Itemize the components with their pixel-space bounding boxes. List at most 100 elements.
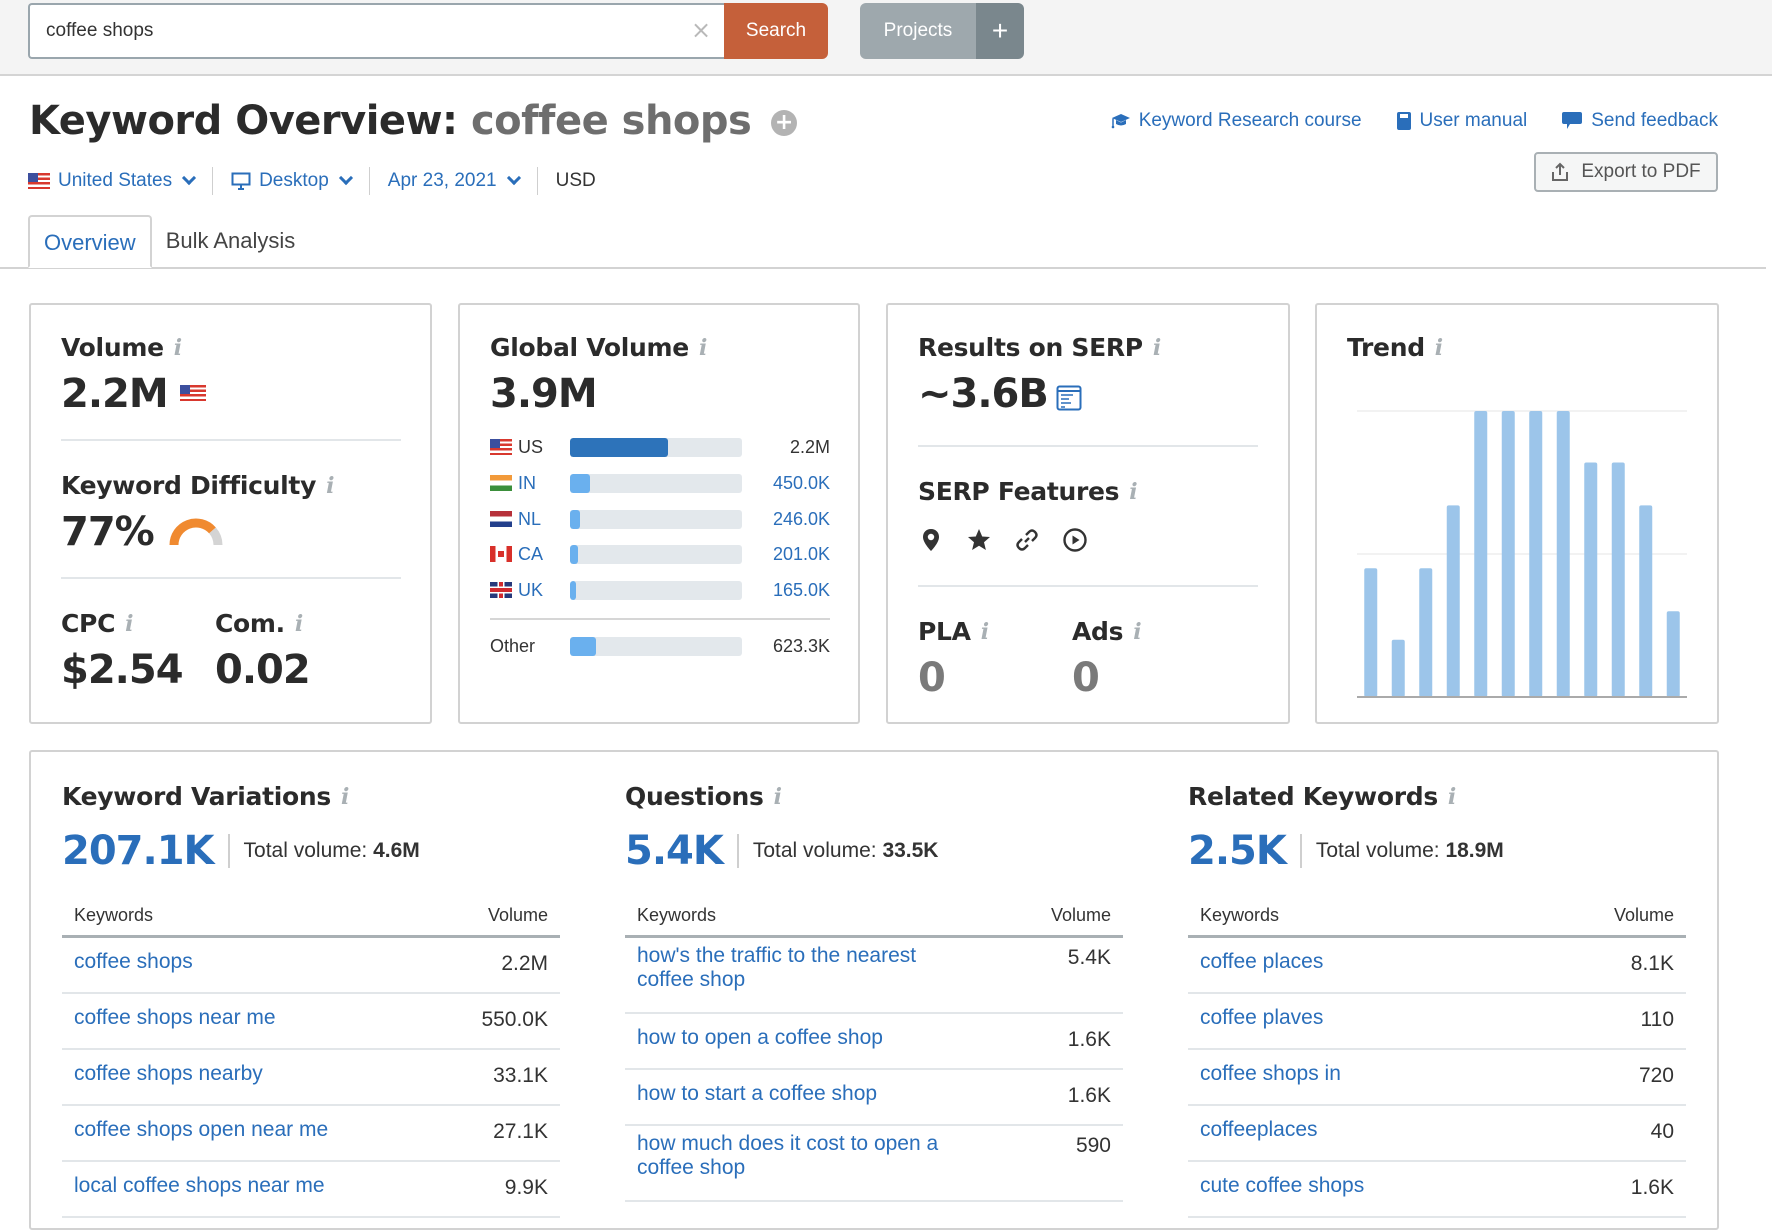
search-button[interactable]: Search	[724, 3, 828, 59]
country-row-in[interactable]: IN 450.0K	[490, 468, 830, 498]
tab-bulk-analysis[interactable]: Bulk Analysis	[152, 215, 310, 268]
info-icon[interactable]: i	[295, 611, 303, 637]
trend-bar[interactable]	[1584, 462, 1598, 697]
volume-bar-track	[570, 580, 742, 600]
table-row: coffee shops in 720	[1188, 1050, 1686, 1106]
info-icon[interactable]: i	[1435, 335, 1443, 361]
related-keywords-title: Related Keywords	[1188, 782, 1438, 811]
projects-control: Projects +	[860, 3, 1024, 59]
info-icon[interactable]: i	[1129, 479, 1137, 505]
ads-value: 0	[1072, 655, 1100, 701]
search-input[interactable]	[28, 3, 724, 59]
date-select[interactable]: Apr 23, 2021	[388, 170, 537, 192]
export-to-pdf-button[interactable]: Export to PDF	[1534, 152, 1718, 192]
trend-bar[interactable]	[1666, 611, 1680, 697]
device-label: Desktop	[259, 170, 329, 191]
keyword-link[interactable]: how to open a coffee shop	[637, 1026, 883, 1050]
info-icon[interactable]: i	[699, 335, 707, 361]
competition-heading: Com. i	[215, 609, 303, 638]
keyword-link[interactable]: how to start a coffee shop	[637, 1082, 877, 1106]
send-feedback-link[interactable]: Send feedback	[1561, 110, 1718, 132]
search-form: × Search	[28, 3, 828, 59]
trend-bar[interactable]	[1501, 411, 1515, 697]
keyword-link[interactable]: coffeeplaces	[1200, 1118, 1318, 1142]
trend-bar[interactable]	[1446, 505, 1460, 697]
country-row-nl[interactable]: NL 246.0K	[490, 504, 830, 534]
keyword-link[interactable]: how's the traffic to the nearest coffee …	[637, 944, 977, 992]
us-flag-icon	[179, 385, 206, 403]
device-select[interactable]: Desktop	[231, 170, 369, 192]
column-header-keywords[interactable]: Keywords	[74, 892, 153, 935]
add-project-button[interactable]: +	[976, 3, 1024, 59]
plus-circle-icon[interactable]: +	[770, 110, 797, 136]
keyword-link[interactable]: coffee shops open near me	[74, 1118, 328, 1142]
column-header-volume[interactable]: Volume	[1051, 892, 1111, 935]
country-volume[interactable]: 450.0K	[742, 473, 830, 494]
column-header-keywords[interactable]: Keywords	[637, 892, 716, 935]
keyword-link[interactable]: coffee shops near me	[74, 1006, 276, 1030]
related-keywords-count[interactable]: 2.5K	[1188, 828, 1287, 874]
trend-bar[interactable]	[1364, 568, 1378, 697]
keyword-link[interactable]: coffee places	[1200, 950, 1323, 974]
column-header-keywords[interactable]: Keywords	[1200, 892, 1279, 935]
info-icon[interactable]: i	[1133, 619, 1141, 645]
trend-bar[interactable]	[1419, 568, 1433, 697]
keyword-variations-count[interactable]: 207.1K	[62, 828, 215, 874]
column-header-volume[interactable]: Volume	[1614, 892, 1674, 935]
trend-bar[interactable]	[1556, 411, 1570, 697]
uk-flag-icon	[490, 582, 512, 598]
info-icon[interactable]: i	[1448, 784, 1456, 810]
info-icon[interactable]: i	[1153, 335, 1161, 361]
keyword-link[interactable]: coffee shops in	[1200, 1062, 1341, 1086]
info-icon[interactable]: i	[174, 335, 182, 361]
volume-value: 2.2M	[61, 371, 169, 417]
close-icon[interactable]: ×	[688, 17, 714, 43]
keyword-research-course-label: Keyword Research course	[1138, 110, 1362, 131]
gauge-track	[208, 527, 223, 546]
related-keywords-stats: 2.5K Total volume: 18.9M	[1188, 828, 1504, 874]
keyword-link[interactable]: cute coffee shops	[1200, 1174, 1364, 1198]
keyword-volume: 1.6K	[1630, 1176, 1674, 1199]
country-row-ca[interactable]: CA 201.0K	[490, 539, 830, 569]
country-volume[interactable]: 201.0K	[742, 544, 830, 565]
export-label: Export to PDF	[1581, 161, 1701, 182]
country-select[interactable]: United States	[28, 170, 212, 192]
info-icon[interactable]: i	[341, 784, 349, 810]
trend-bar[interactable]	[1474, 411, 1488, 697]
keyword-link[interactable]: coffee shops nearby	[74, 1062, 263, 1086]
country-row-uk[interactable]: UK 165.0K	[490, 575, 830, 605]
info-icon[interactable]: i	[125, 611, 133, 637]
star-icon[interactable]	[966, 527, 992, 553]
projects-button[interactable]: Projects	[860, 3, 976, 59]
questions-count[interactable]: 5.4K	[625, 828, 724, 874]
questions-table: Keywords Volume how's the traffic to the n…	[625, 892, 1123, 1202]
column-header-volume[interactable]: Volume	[488, 892, 548, 935]
trend-bar[interactable]	[1529, 411, 1543, 697]
country-volume[interactable]: 246.0K	[742, 509, 830, 530]
info-icon[interactable]: i	[774, 784, 782, 810]
divider	[918, 445, 1258, 447]
trend-bar[interactable]	[1611, 462, 1625, 697]
keyword-link[interactable]: coffee plaves	[1200, 1006, 1323, 1030]
filter-divider	[212, 167, 214, 195]
info-icon[interactable]: i	[326, 473, 334, 499]
keyword-link[interactable]: coffee shops	[74, 950, 193, 974]
link-icon[interactable]	[1014, 527, 1040, 553]
country-volume[interactable]: 165.0K	[742, 580, 830, 601]
trend-bar[interactable]	[1639, 505, 1653, 697]
keyword-research-course-link[interactable]: Keyword Research course	[1111, 110, 1362, 132]
divider	[918, 585, 1258, 587]
tab-overview[interactable]: Overview	[28, 215, 152, 268]
keyword-link[interactable]: how much does it cost to open a coffee s…	[637, 1132, 977, 1180]
volume-bar-track	[570, 544, 742, 564]
keyword-volume: 1.6K	[1067, 1084, 1111, 1107]
map-pin-icon[interactable]	[918, 527, 944, 553]
trend-bar[interactable]	[1391, 639, 1405, 697]
serp-snapshot-icon[interactable]	[1056, 385, 1082, 411]
user-manual-label: User manual	[1419, 110, 1528, 131]
user-manual-link[interactable]: User manual	[1396, 110, 1528, 132]
serp-features-list	[918, 527, 1088, 553]
info-icon[interactable]: i	[981, 619, 989, 645]
play-circle-icon[interactable]	[1062, 527, 1088, 553]
keyword-link[interactable]: local coffee shops near me	[74, 1174, 325, 1198]
